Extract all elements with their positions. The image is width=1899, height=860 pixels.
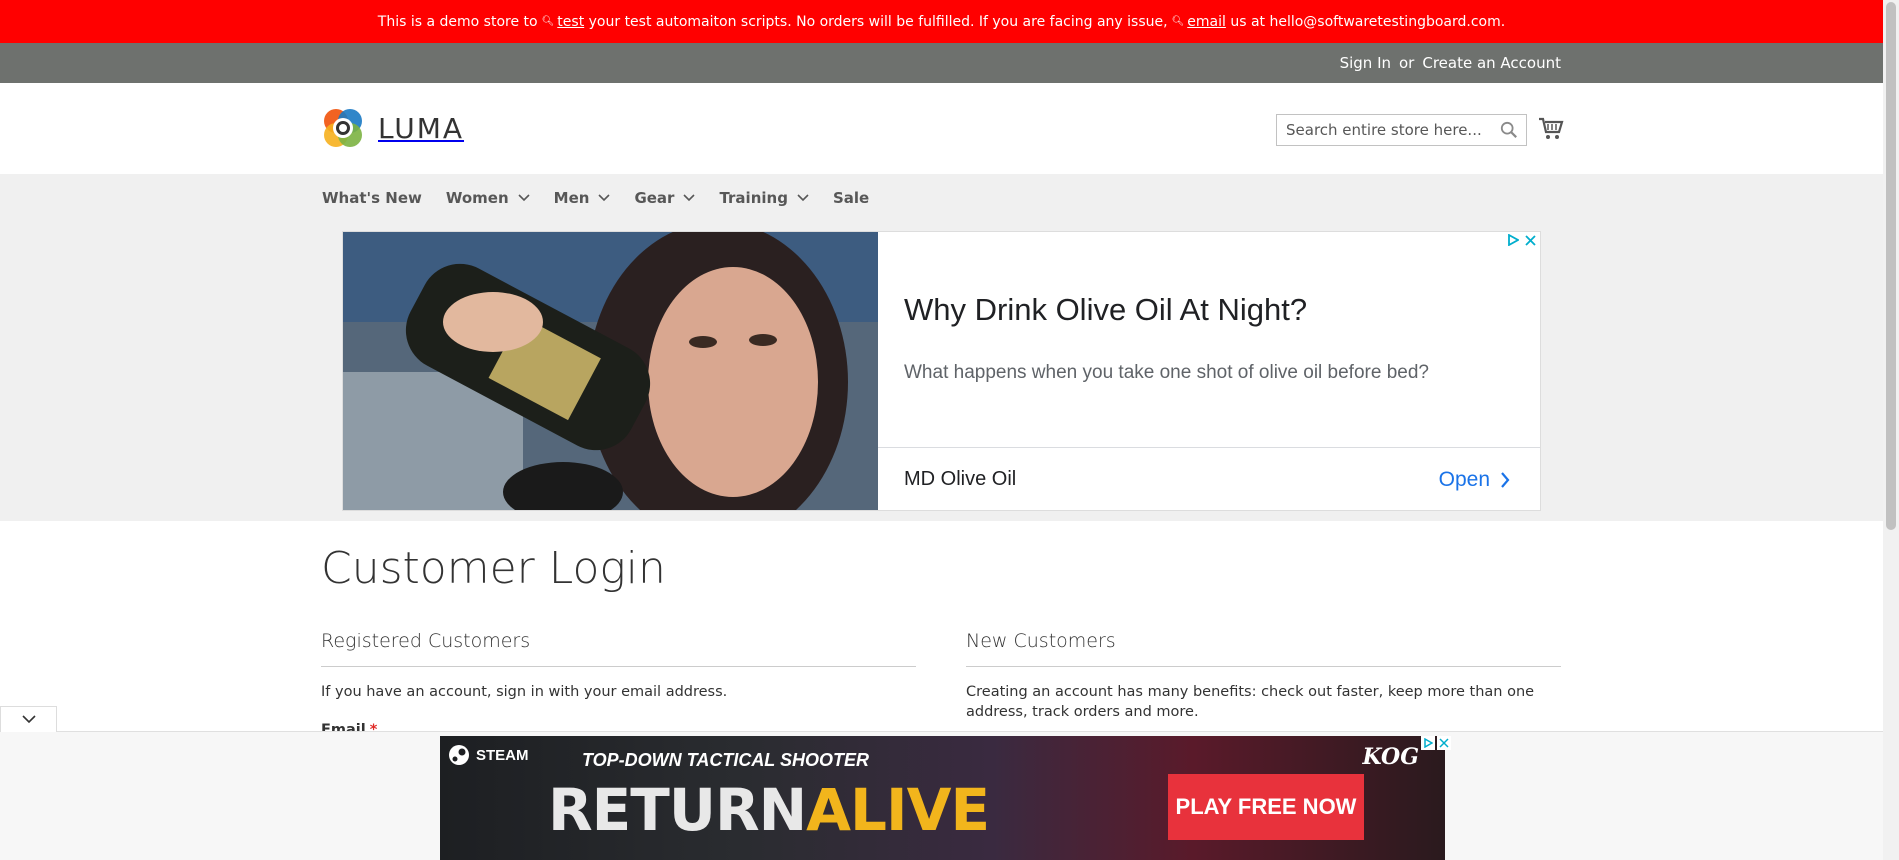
ad-choices-icon[interactable]: [1507, 234, 1519, 246]
registered-customers-title: Registered Customers: [321, 630, 531, 652]
page-scrollbar[interactable]: [1883, 0, 1899, 860]
steam-label: STEAM: [476, 746, 529, 764]
nav-item-label: Training: [719, 189, 788, 207]
nav-item-label: Women: [445, 189, 509, 207]
close-icon[interactable]: [1437, 736, 1451, 750]
header-top-links: Sign In or Create an Account: [0, 43, 1883, 83]
ad-choices-icon[interactable]: [1421, 736, 1435, 750]
nav-item-sale[interactable]: Sale: [833, 189, 869, 207]
shopping-cart-icon[interactable]: [1538, 116, 1564, 142]
game-advertisement[interactable]: STEAM TOP-DOWN TACTICAL SHOOTER RETURNAL…: [440, 736, 1445, 860]
search-box: [1276, 114, 1527, 146]
scrollbar-thumb[interactable]: [1886, 2, 1896, 530]
nav-item-gear[interactable]: Gear: [634, 189, 696, 207]
close-icon[interactable]: [1525, 234, 1536, 246]
nav-item-label: Gear: [634, 189, 675, 207]
sign-in-link[interactable]: Sign In: [1340, 54, 1391, 72]
search-icon: 🔍︎: [1171, 16, 1185, 27]
publisher-logo: KOG: [1362, 744, 1419, 770]
collapse-ad-button[interactable]: [0, 706, 57, 732]
chevron-down-icon: [683, 194, 696, 202]
luma-logo-icon: [324, 109, 362, 147]
game-subtitle: TOP-DOWN TACTICAL SHOOTER: [582, 750, 869, 770]
woman-drinking-image: [343, 232, 878, 510]
advertisement-banner[interactable]: Why Drink Olive Oil At Night? What happe…: [342, 231, 1541, 511]
steam-brand: STEAM: [448, 744, 529, 766]
demo-notice-bar: This is a demo store to 🔍︎ test your tes…: [0, 0, 1883, 43]
chevron-down-icon: [518, 194, 530, 202]
game-title-part2: ALIVE: [806, 776, 990, 844]
game-title-part1: RETURN: [548, 776, 807, 844]
chevron-right-icon: [1501, 472, 1510, 488]
nav-item-label: Men: [553, 189, 590, 207]
nav-item-label: What's New: [322, 189, 422, 207]
nav-item-whats-new[interactable]: What's New: [322, 189, 422, 207]
logo-text: LUMA: [378, 111, 465, 145]
demo-notice-email-link[interactable]: email: [1187, 14, 1226, 30]
chevron-down-icon: [598, 194, 611, 202]
new-customers-text: Creating an account has many benefits: c…: [966, 684, 1535, 720]
page-header: LUMA: [0, 83, 1883, 174]
demo-notice-text-2: your test automaiton scripts. No orders …: [588, 13, 1168, 30]
registered-customers-text: If you have an account, sign in with you…: [321, 684, 728, 700]
ad-choices[interactable]: [1507, 234, 1536, 246]
registered-customers-divider: [321, 666, 916, 667]
store-logo[interactable]: LUMA: [322, 105, 464, 151]
new-customers-title: New Customers: [966, 630, 1116, 652]
search-input[interactable]: [1277, 115, 1487, 145]
search-button-icon[interactable]: [1500, 121, 1518, 139]
ad-description: What happens when you take one shot of o…: [904, 362, 1429, 383]
sticky-ad-controls[interactable]: [1421, 736, 1451, 750]
demo-notice-text-3: us at hello@softwaretestingboard.com.: [1230, 13, 1506, 30]
game-title: RETURNALIVE: [548, 776, 990, 844]
ad-divider: [878, 447, 1540, 448]
chevron-down-icon: [797, 194, 809, 202]
search-icon: 🔍︎: [541, 16, 555, 27]
new-customers-divider: [966, 666, 1561, 667]
ad-image: [343, 232, 878, 510]
steam-icon: [449, 745, 469, 765]
nav-item-training[interactable]: Training: [719, 189, 809, 207]
demo-notice-text-1: This is a demo store to: [377, 13, 538, 30]
play-free-now-button[interactable]: PLAY FREE NOW: [1168, 774, 1364, 840]
ad-open-button[interactable]: Open: [1439, 468, 1510, 492]
page-title: Customer Login: [321, 543, 666, 594]
ad-open-label: Open: [1438, 468, 1490, 491]
nav-item-men[interactable]: Men: [554, 189, 611, 207]
nav-item-women[interactable]: Women: [446, 189, 530, 207]
or-separator: or: [1399, 54, 1415, 72]
nav-item-label: Sale: [832, 189, 870, 207]
ad-brand: MD Olive Oil: [904, 468, 1017, 490]
chevron-down-icon: [21, 715, 36, 724]
ad-headline: Why Drink Olive Oil At Night?: [904, 292, 1308, 327]
demo-notice-test-link[interactable]: test: [557, 14, 584, 30]
create-account-link[interactable]: Create an Account: [1422, 54, 1561, 72]
